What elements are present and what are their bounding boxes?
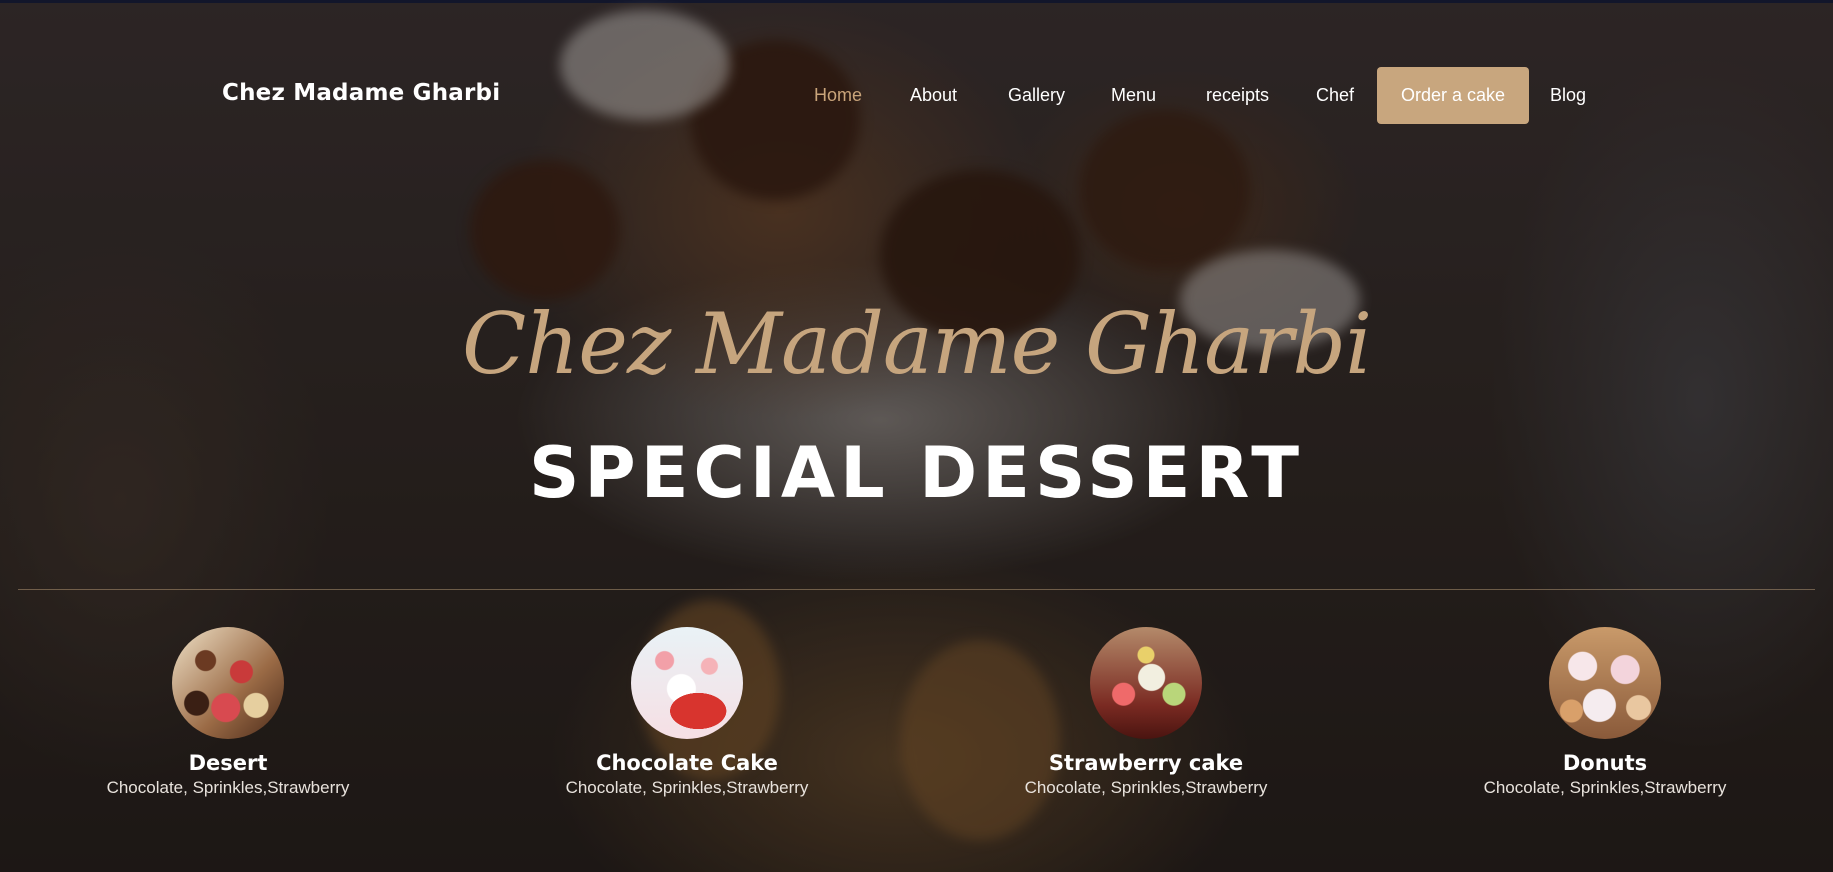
strawberry-cake-image: [1090, 627, 1202, 739]
chocolate-cake-image: [631, 627, 743, 739]
category-description: Chocolate, Sprinkles,Strawberry: [1483, 778, 1727, 797]
hero-main-title: SPECIAL DESSERT: [528, 432, 1305, 514]
category-item-strawberry-cake[interactable]: Strawberry cake Chocolate, Sprinkles,Str…: [996, 627, 1296, 798]
donuts-image: [1549, 627, 1661, 739]
hero-section: Chez Madame Gharbi Home About Gallery Me…: [0, 0, 1833, 872]
main-nav: Home About Gallery Menu receipts Chef Or…: [0, 67, 1833, 124]
nav-about[interactable]: About: [910, 67, 957, 124]
nav-chef[interactable]: Chef: [1316, 67, 1354, 124]
nav-receipts[interactable]: receipts: [1206, 67, 1269, 124]
category-item-chocolate-cake[interactable]: Chocolate Cake Chocolate, Sprinkles,Stra…: [537, 627, 837, 798]
hero-divider: [18, 589, 1815, 590]
category-name: Desert: [188, 751, 268, 775]
nav-gallery[interactable]: Gallery: [1008, 67, 1065, 124]
nav-menu[interactable]: Menu: [1111, 67, 1156, 124]
category-name: Chocolate Cake: [596, 751, 778, 775]
hero-script-title: Chez Madame Gharbi: [461, 295, 1372, 393]
desert-image: [172, 627, 284, 739]
category-name: Strawberry cake: [1048, 751, 1244, 775]
category-item-donuts[interactable]: Donuts Chocolate, Sprinkles,Strawberry: [1455, 627, 1755, 798]
category-description: Chocolate, Sprinkles,Strawberry: [1024, 778, 1268, 797]
order-cake-button[interactable]: Order a cake: [1377, 67, 1530, 124]
nav-blog[interactable]: Blog: [1550, 67, 1586, 124]
category-description: Chocolate, Sprinkles,Strawberry: [106, 778, 350, 797]
category-name: Donuts: [1562, 751, 1648, 775]
nav-home[interactable]: Home: [814, 67, 862, 124]
category-item-desert[interactable]: Desert Chocolate, Sprinkles,Strawberry: [78, 627, 378, 798]
category-description: Chocolate, Sprinkles,Strawberry: [565, 778, 809, 797]
